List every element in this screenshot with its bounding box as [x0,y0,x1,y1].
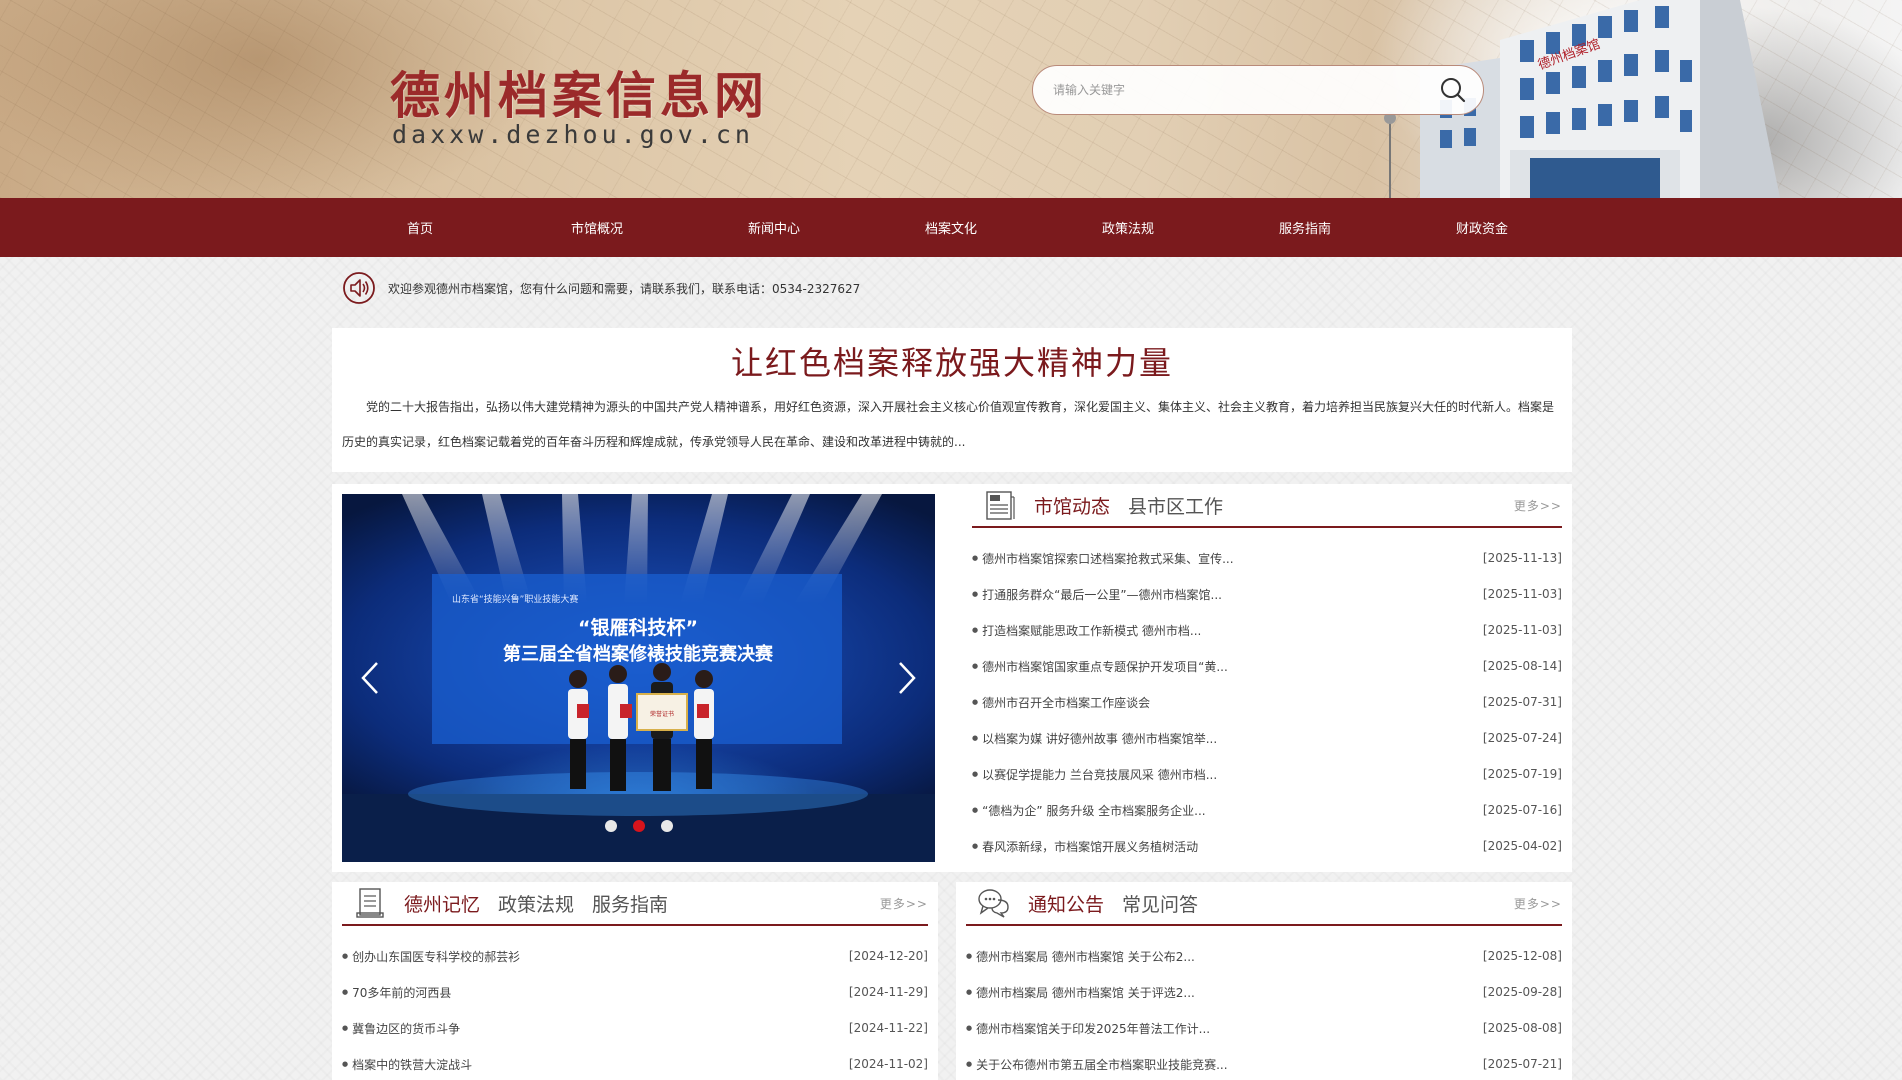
list-item[interactable]: 德州市档案馆探索口述档案抢救式采集、宣传...[2025-11-13] [972,540,1562,576]
site-url: daxxw.dezhou.gov.cn [392,120,754,149]
chevron-right-icon [899,662,916,694]
feature-panel: 山东省“技能兴鲁”职业技能大赛 “银雁科技杯” 第三届全省档案修裱技能竞赛决赛 … [332,484,1572,872]
nav-item-overview[interactable]: 市馆概况 [532,198,662,257]
tab-dezhou-memory[interactable]: 德州记忆 [404,890,480,917]
image-carousel[interactable]: 山东省“技能兴鲁”职业技能大赛 “银雁科技杯” 第三届全省档案修裱技能竞赛决赛 … [342,494,935,862]
site-header: 德州档案馆 德州档案信息网 daxxw.dezhou.gov.cn [0,0,1902,198]
main-nav: 首页 市馆概况 新闻中心 档案文化 政策法规 服务指南 财政资金 [0,198,1902,257]
carousel-dot-3[interactable] [660,820,673,832]
carousel-slide-image: 山东省“技能兴鲁”职业技能大赛 “银雁科技杯” 第三届全省档案修裱技能竞赛决赛 … [342,494,935,862]
chevron-left-icon [361,662,378,694]
tab-city-news[interactable]: 市馆动态 [1034,492,1110,519]
list-item[interactable]: 创办山东国医专科学校的郝芸衫[2024-12-20] [342,938,928,974]
list-item[interactable]: 70多年前的河西县[2024-11-29] [342,974,928,1010]
slide-banner-line1: “银雁科技杯” [578,616,698,639]
carousel-dot-1[interactable] [604,820,617,832]
slide-banner-small: 山东省“技能兴鲁”职业技能大赛 [452,593,578,605]
carousel-dots [342,820,935,832]
city-news-header: 市馆动态 县市区工作 更多>> [972,484,1562,528]
list-item[interactable]: 德州市档案局 德州市档案馆 关于公布2...[2025-12-08] [966,938,1562,974]
chat-bubbles-icon [972,883,1016,923]
headline-title[interactable]: 让红色档案释放强大精神力量 [332,338,1572,384]
memory-list: 创办山东国医专科学校的郝芸衫[2024-12-20] 70多年前的河西县[202… [342,938,928,1080]
nav-item-service[interactable]: 服务指南 [1240,198,1370,257]
nav-item-home[interactable]: 首页 [355,198,485,257]
slide-plaque-text: 荣誉证书 [650,710,674,718]
nav-item-news[interactable]: 新闻中心 [709,198,839,257]
site-title: 德州档案信息网 [390,66,768,125]
search-box [1032,65,1484,115]
nav-item-culture[interactable]: 档案文化 [886,198,1016,257]
tab-county-work[interactable]: 县市区工作 [1128,492,1223,519]
headline-panel: 让红色档案释放强大精神力量 党的二十大报告指出，弘扬以伟大建党精神为源头的中国共… [332,328,1572,472]
list-item[interactable]: 德州市档案馆关于印发2025年普法工作计...[2025-08-08] [966,1010,1562,1046]
list-item[interactable]: 冀鲁边区的货币斗争[2024-11-22] [342,1010,928,1046]
newspaper-icon [978,485,1022,525]
list-item[interactable]: 以档案为媒 讲好德州故事 德州市档案馆举...[2025-07-24] [972,720,1562,756]
list-item[interactable]: 打造档案赋能思政工作新模式 德州市档...[2025-11-03] [972,612,1562,648]
memory-header: 德州记忆 政策法规 服务指南 更多>> [342,882,928,926]
speaker-icon [343,272,375,304]
memory-more-link[interactable]: 更多>> [880,895,928,912]
carousel-dot-2[interactable] [632,820,645,832]
notices-list: 德州市档案局 德州市档案馆 关于公布2...[2025-12-08] 德州市档案… [966,938,1562,1080]
list-item[interactable]: 德州市召开全市档案工作座谈会[2025-07-31] [972,684,1562,720]
search-button[interactable] [1423,65,1483,115]
notices-header: 通知公告 常见问答 更多>> [966,882,1562,926]
slide-banner-line2: 第三届全省档案修裱技能竞赛决赛 [503,643,774,665]
nav-item-finance[interactable]: 财政资金 [1417,198,1547,257]
list-item[interactable]: 以赛促学提能力 兰台竞技展风采 德州市档...[2025-07-19] [972,756,1562,792]
list-item[interactable]: 春风添新绿，市档案馆开展义务植树活动[2025-04-02] [972,828,1562,864]
nav-item-policy[interactable]: 政策法规 [1063,198,1193,257]
carousel-next-button[interactable] [887,656,927,700]
tab-policy[interactable]: 政策法规 [498,890,574,917]
list-item[interactable]: 打通服务群众“最后一公里”—德州市档案馆...[2025-11-03] [972,576,1562,612]
document-icon [348,883,392,923]
notice-bar: 欢迎参观德州市档案馆，您有什么问题和需要，请联系我们，联系电话：0534-232… [342,270,860,306]
city-news-section: 市馆动态 县市区工作 更多>> 德州市档案馆探索口述档案抢救式采集、宣传...[… [962,484,1572,872]
list-item[interactable]: 关于公布德州市第五届全市档案职业技能竞赛...[2025-07-21] [966,1046,1562,1080]
list-item[interactable]: 德州市档案馆国家重点专题保护开发项目“黄...[2025-08-14] [972,648,1562,684]
list-item[interactable]: “德档为企” 服务升级 全市档案服务企业...[2025-07-16] [972,792,1562,828]
tab-faq[interactable]: 常见问答 [1122,890,1198,917]
memory-panel: 德州记忆 政策法规 服务指南 更多>> 创办山东国医专科学校的郝芸衫[2024-… [332,882,938,1080]
notices-panel: 通知公告 常见问答 更多>> 德州市档案局 德州市档案馆 关于公布2...[20… [956,882,1572,1080]
notice-text: 欢迎参观德州市档案馆，您有什么问题和需要，请联系我们，联系电话：0534-232… [388,281,861,296]
list-item[interactable]: 德州市档案局 德州市档案馆 关于评选2...[2025-09-28] [966,974,1562,1010]
search-icon [1441,78,1466,103]
notices-more-link[interactable]: 更多>> [1514,895,1562,912]
search-input[interactable] [1033,66,1423,114]
list-item[interactable]: 档案中的铁营大淀战斗[2024-11-02] [342,1046,928,1080]
city-news-list: 德州市档案馆探索口述档案抢救式采集、宣传...[2025-11-13] 打通服务… [972,540,1562,864]
headline-summary: 党的二十大报告指出，弘扬以伟大建党精神为源头的中国共产党人精神谱系，用好红色资源… [342,400,1555,449]
city-news-more-link[interactable]: 更多>> [1514,497,1562,514]
carousel-prev-button[interactable] [350,656,390,700]
tab-service-guide[interactable]: 服务指南 [592,890,668,917]
tab-notices[interactable]: 通知公告 [1028,890,1104,917]
